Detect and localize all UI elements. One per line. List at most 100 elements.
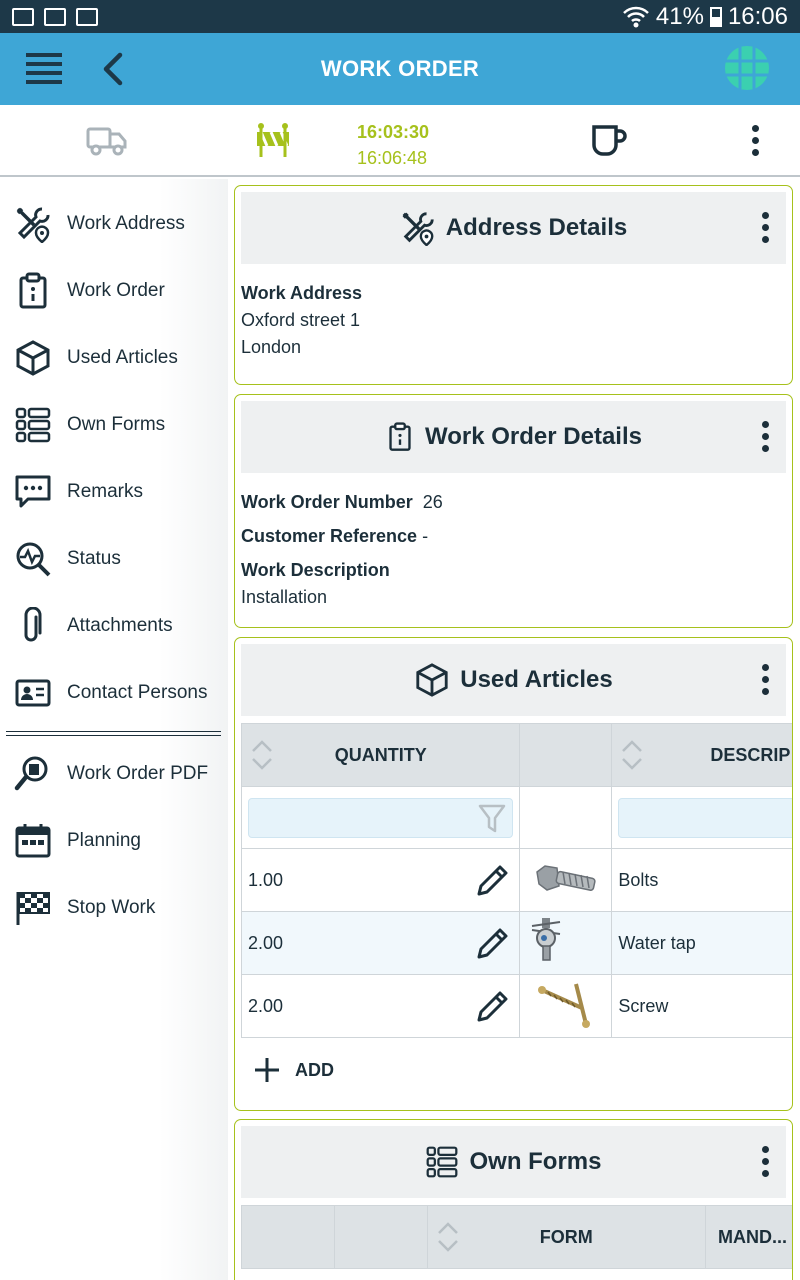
sidebar-item-label: Used Articles bbox=[67, 346, 178, 368]
screen-timer-icon bbox=[76, 7, 98, 26]
sidebar-item-remarks[interactable]: Remarks bbox=[0, 458, 228, 525]
table-row[interactable]: 2.00 Water tap bbox=[240, 911, 792, 975]
status-bar: 41% 16:06 bbox=[0, 0, 800, 33]
card-menu-icon[interactable] bbox=[762, 1146, 772, 1180]
column-mandatory[interactable]: MAND... bbox=[705, 1205, 792, 1269]
clipboard-icon bbox=[389, 422, 411, 451]
edit-pencil-icon[interactable] bbox=[475, 988, 511, 1024]
sidebar: Work Address Work Order Used Articles Ow… bbox=[0, 179, 228, 1280]
roadwork-barrier-icon[interactable] bbox=[255, 123, 291, 159]
sidebar-item-work-address[interactable]: Work Address bbox=[0, 190, 228, 257]
calendar-icon bbox=[15, 824, 51, 858]
edit-pencil-icon[interactable] bbox=[475, 862, 511, 898]
card-title: Work Order Details bbox=[425, 423, 642, 450]
quantity-cell: 1.00 bbox=[248, 869, 284, 890]
table-row[interactable]: 2.00 Screw bbox=[240, 974, 792, 1038]
sidebar-item-label: Work Order PDF bbox=[67, 762, 209, 784]
work-address-label: Work Address bbox=[241, 283, 363, 303]
tools-location-icon bbox=[402, 212, 434, 246]
sidebar-item-status[interactable]: Status bbox=[0, 525, 228, 592]
add-article-button[interactable]: ADD bbox=[253, 1056, 334, 1084]
truck-icon[interactable] bbox=[84, 123, 128, 157]
page-title: WORK ORDER bbox=[320, 56, 480, 81]
work-timer: 16:03:30 16:06:48 bbox=[357, 119, 429, 171]
gallery-icon bbox=[12, 7, 34, 26]
screw-image bbox=[537, 983, 590, 1028]
description-cell: Water tap bbox=[611, 911, 792, 975]
column-quantity[interactable]: QUANTITY bbox=[240, 723, 521, 787]
column-image bbox=[519, 723, 613, 787]
sidebar-item-label: Planning bbox=[67, 829, 141, 851]
sort-icon[interactable] bbox=[250, 737, 274, 773]
card-header: Used Articles bbox=[241, 644, 786, 716]
description-cell: Bolts bbox=[611, 848, 792, 912]
sidebar-item-label: Own Forms bbox=[67, 413, 166, 435]
table-header: QUANTITY DESCRIP bbox=[240, 723, 792, 787]
sidebar-item-label: Remarks bbox=[67, 480, 144, 502]
box-icon bbox=[416, 663, 448, 697]
sidebar-item-attachments[interactable]: Attachments bbox=[0, 592, 228, 659]
tools-location-icon bbox=[16, 207, 50, 243]
coffee-cup-icon[interactable] bbox=[590, 123, 628, 159]
sidebar-item-own-forms[interactable]: Own Forms bbox=[0, 391, 228, 458]
app-logo-icon[interactable] bbox=[724, 45, 770, 91]
quantity-cell: 2.00 bbox=[248, 932, 284, 953]
wifi-icon bbox=[623, 6, 649, 27]
card-title: Own Forms bbox=[469, 1148, 602, 1175]
clock: 16:06 bbox=[727, 2, 788, 30]
forms-table: FORM MAND... bbox=[241, 1205, 792, 1269]
mail-icon bbox=[44, 7, 66, 26]
overflow-menu-icon[interactable] bbox=[752, 125, 762, 159]
table-row[interactable]: 1.00 Bolts bbox=[240, 848, 792, 912]
sidebar-item-work-order[interactable]: Work Order bbox=[0, 257, 228, 324]
sidebar-item-label: Attachments bbox=[67, 614, 173, 636]
edit-pencil-icon[interactable] bbox=[475, 925, 511, 961]
own-forms-card: Own Forms FORM MAND... bbox=[234, 1119, 793, 1280]
description-cell: Screw bbox=[611, 974, 792, 1038]
menu-icon[interactable] bbox=[26, 53, 62, 85]
column-form[interactable]: FORM bbox=[426, 1205, 707, 1269]
column-description[interactable]: DESCRIP bbox=[611, 723, 792, 787]
address-line-2: London bbox=[241, 337, 302, 357]
bolt-image bbox=[536, 864, 596, 891]
card-header: Own Forms bbox=[241, 1126, 786, 1198]
used-articles-card: Used Articles QUANTITY DESCRIP 1.00 Bolt… bbox=[234, 637, 793, 1111]
list-icon bbox=[427, 1146, 458, 1178]
work-description: Installation bbox=[241, 587, 328, 607]
card-title: Address Details bbox=[445, 214, 628, 241]
filter-icon[interactable] bbox=[478, 803, 506, 835]
sidebar-item-label: Contact Persons bbox=[67, 681, 208, 703]
work-order-number-row: Work Order Number 26 bbox=[241, 492, 443, 512]
sidebar-item-work-order-pdf[interactable]: Work Order PDF bbox=[0, 740, 228, 807]
sidebar-item-used-articles[interactable]: Used Articles bbox=[0, 324, 228, 391]
main-content: Address Details Work Address Oxford stre… bbox=[228, 179, 800, 1280]
sidebar-item-stop-work[interactable]: Stop Work bbox=[0, 874, 228, 941]
sort-icon[interactable] bbox=[620, 737, 644, 773]
battery-icon bbox=[709, 6, 722, 27]
card-menu-icon[interactable] bbox=[762, 421, 772, 455]
sidebar-item-planning[interactable]: Planning bbox=[0, 807, 228, 874]
work-order-number: 26 bbox=[422, 492, 443, 512]
paperclip-icon bbox=[24, 607, 42, 642]
sort-icon[interactable] bbox=[436, 1219, 460, 1255]
sidebar-item-label: Stop Work bbox=[67, 896, 156, 918]
table-header: FORM MAND... bbox=[241, 1205, 792, 1269]
address-line-1: Oxford street 1 bbox=[241, 310, 361, 330]
articles-table: QUANTITY DESCRIP 1.00 Bolts 2.00 Water t… bbox=[240, 723, 792, 1038]
card-title: Used Articles bbox=[460, 666, 613, 693]
quantity-filter-input[interactable] bbox=[248, 797, 514, 838]
work-order-details-card: Work Order Details Work Order Number 26 … bbox=[234, 394, 793, 628]
card-menu-icon[interactable] bbox=[762, 212, 772, 246]
back-arrow-icon[interactable] bbox=[96, 51, 132, 87]
customer-reference: - bbox=[422, 526, 429, 546]
column-blank-2 bbox=[333, 1205, 428, 1269]
app-bar: WORK ORDER bbox=[0, 33, 800, 105]
action-toolbar: 16:03:30 16:06:48 bbox=[0, 105, 800, 177]
card-menu-icon[interactable] bbox=[762, 664, 772, 698]
quantity-cell: 2.00 bbox=[248, 995, 284, 1016]
description-filter-input[interactable] bbox=[618, 797, 792, 838]
chat-icon bbox=[15, 475, 51, 508]
sidebar-item-contact-persons[interactable]: Contact Persons bbox=[0, 659, 228, 726]
checkered-flag-icon bbox=[16, 892, 50, 925]
customer-reference-row: Customer Reference - bbox=[241, 526, 429, 546]
